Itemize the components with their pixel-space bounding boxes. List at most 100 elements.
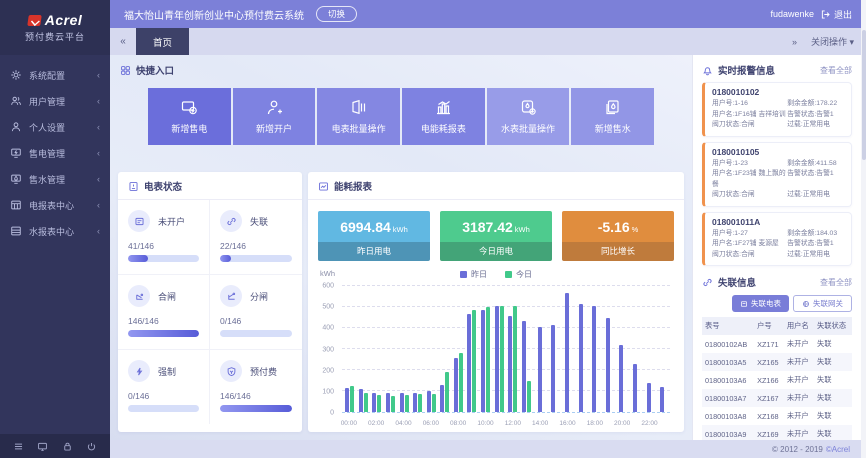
offline-table: 表号 户号 用户名 失联状态 01800102ABXZ171未开户失联01800… bbox=[702, 317, 852, 440]
table-row[interactable]: 01800103A9XZ169未开户失联 bbox=[702, 425, 852, 440]
table-cell: XZ169 bbox=[754, 425, 784, 440]
hamburger-menu-icon[interactable] bbox=[13, 441, 24, 452]
bar-05:00 bbox=[413, 393, 417, 412]
bar-06:00 bbox=[427, 391, 431, 412]
table-cell: 01800103A5 bbox=[702, 353, 754, 371]
sidebar: Acrel 预付费云平台 系统配置‹ 用户管理‹ 个人设置‹ 售电管理‹ 售水管… bbox=[0, 0, 110, 458]
col-user-name: 用户名 bbox=[784, 317, 814, 335]
alarms-view-all-link[interactable]: 查看全部 bbox=[820, 65, 852, 76]
col-meter-no: 表号 bbox=[702, 317, 754, 335]
legend-today[interactable]: 今日 bbox=[505, 269, 532, 280]
offline-table-body: 01800102ABXZ171未开户失联01800103A5XZ165未开户失联… bbox=[702, 335, 852, 440]
offline-gateway-button[interactable]: 失联网关 bbox=[793, 295, 852, 312]
bar-03:00 bbox=[391, 396, 395, 412]
meter-status-cell-forced: 强制 0/146 bbox=[118, 350, 210, 424]
stat-unit: % bbox=[632, 225, 639, 234]
sidebar-item-electric-report-center[interactable]: 电报表中心‹ bbox=[0, 192, 110, 218]
bar-06:00 bbox=[432, 394, 436, 412]
tile-new-account[interactable]: 新增开户 bbox=[233, 88, 316, 145]
tile-energy-report[interactable]: 电能耗报表 bbox=[402, 88, 485, 145]
tile-electric-batch-ops[interactable]: 电表批量操作 bbox=[317, 88, 400, 145]
right-panel: 实时报警信息 查看全部 0180010102 用户号:1-16剩余金额:178.… bbox=[692, 55, 861, 440]
bar-04:00 bbox=[400, 393, 404, 412]
offline-electric-meter-button[interactable]: 失联电表 bbox=[732, 295, 789, 312]
stat-today-usage: 3187.42kWh 今日用电 bbox=[440, 211, 552, 261]
table-row[interactable]: 01800103A7XZ167未开户失联 bbox=[702, 389, 852, 407]
power-icon[interactable] bbox=[86, 441, 97, 452]
acrel-link[interactable]: ©Acrel bbox=[826, 445, 850, 454]
chart-plot-area bbox=[342, 286, 670, 413]
bar-09:00 bbox=[472, 310, 476, 412]
user-plus-icon bbox=[265, 98, 284, 117]
footer: © 2012 - 2019 ©Acrel bbox=[110, 440, 866, 458]
tab-scroll-left-icon[interactable]: « bbox=[110, 28, 136, 55]
table-row[interactable]: 01800103A8XZ168未开户失联 bbox=[702, 407, 852, 425]
tile-new-water-sale[interactable]: 新增售水 bbox=[571, 88, 654, 145]
meter-status-count: 146/146 bbox=[128, 316, 199, 326]
project-title: 福大怡山青年创新创业中心预付费云系统 bbox=[124, 7, 304, 22]
tab-scroll-right-icon[interactable]: » bbox=[792, 37, 797, 47]
chevron-left-icon: ‹ bbox=[97, 174, 100, 184]
table-cell: 未开户 bbox=[784, 353, 814, 371]
table-row[interactable]: 01800102ABXZ171未开户失联 bbox=[702, 335, 852, 353]
sidebar-item-water-report-center[interactable]: 水报表中心‹ bbox=[0, 218, 110, 244]
bar-00:00 bbox=[350, 386, 354, 412]
alarm-balance: 剩余金额:178.22 bbox=[787, 99, 844, 110]
sidebar-item-system-config[interactable]: 系统配置‹ bbox=[0, 62, 110, 88]
lock-icon[interactable] bbox=[62, 441, 73, 452]
legend-yesterday[interactable]: 昨日 bbox=[460, 269, 487, 280]
meter-status-count: 41/146 bbox=[128, 241, 199, 251]
sidebar-item-label: 个人设置 bbox=[29, 121, 65, 134]
alarm-card[interactable]: 0180010105 用户号:1-23剩余金额:411.58 用户名:1F23铺… bbox=[702, 142, 852, 207]
meter-status-title: 电表状态 bbox=[144, 179, 182, 193]
scrollbar-thumb[interactable] bbox=[862, 30, 866, 160]
monitor-icon[interactable] bbox=[37, 441, 48, 452]
table-row[interactable]: 01800103A5XZ165未开户失联 bbox=[702, 353, 852, 371]
stat-yesterday-usage: 6994.84kWh 昨日用电 bbox=[318, 211, 430, 261]
bar-01:00 bbox=[359, 389, 363, 412]
alarm-user-name: 用户名:1F23铺 魏上飘的餐 bbox=[712, 169, 787, 190]
alarm-user-name: 用户名:1F16铺 吉祥培训 bbox=[712, 110, 787, 121]
bar-19:00 bbox=[606, 318, 610, 412]
quick-entry-icon bbox=[120, 65, 131, 76]
tile-label: 新增售水 bbox=[595, 122, 631, 135]
alarm-valve-status: 阀刀状态:合闸 bbox=[712, 250, 787, 261]
stat-value: -5.16 bbox=[598, 219, 630, 235]
tile-new-electric-sale[interactable]: 新增售电 bbox=[148, 88, 231, 145]
x-axis-ticks: 00:0002:0004:0006:0008:0010:0012:0014:00… bbox=[342, 416, 670, 427]
bar-20:00 bbox=[619, 345, 623, 412]
sidebar-item-label: 电报表中心 bbox=[29, 199, 74, 212]
table-cell: 01800103A9 bbox=[702, 425, 754, 440]
alarm-user-no: 用户号:1-23 bbox=[712, 159, 787, 170]
alarm-card[interactable]: 0180010102 用户号:1-16剩余金额:178.22 用户名:1F16铺… bbox=[702, 82, 852, 137]
table-cell: 01800103A8 bbox=[702, 407, 754, 425]
logout-label: 退出 bbox=[834, 8, 852, 21]
scrollbar-track[interactable] bbox=[861, 0, 866, 458]
offline-view-all-link[interactable]: 查看全部 bbox=[820, 277, 852, 288]
tile-label: 新增开户 bbox=[256, 122, 292, 135]
sidebar-item-water-sales[interactable]: 售水管理‹ bbox=[0, 166, 110, 192]
logout-button[interactable]: 退出 bbox=[820, 8, 852, 21]
brand-subtitle: 预付费云平台 bbox=[25, 30, 85, 43]
progress-bar bbox=[128, 255, 199, 262]
bar-00:00 bbox=[345, 388, 349, 412]
close-operations-dropdown[interactable]: 关闭操作 ▾ bbox=[811, 35, 854, 48]
sidebar-item-personal-settings[interactable]: 个人设置 ‹ bbox=[0, 114, 110, 140]
meter-status-icon bbox=[128, 181, 139, 192]
sidebar-item-electric-sales[interactable]: 售电管理‹ bbox=[0, 140, 110, 166]
bar-11:00 bbox=[495, 306, 499, 412]
alarm-card[interactable]: 018001011A 用户号:1-27剩余金额:184.03 用户名:1F27铺… bbox=[702, 212, 852, 267]
table-row[interactable]: 01800103A6XZ166未开户失联 bbox=[702, 371, 852, 389]
switch-project-button[interactable]: 切换 bbox=[316, 6, 357, 22]
sidebar-item-label: 系统配置 bbox=[29, 69, 65, 82]
chevron-left-icon: ‹ bbox=[97, 122, 100, 132]
meter-status-count: 146/146 bbox=[220, 391, 292, 401]
bar-22:00 bbox=[647, 383, 651, 412]
meter-status-count: 0/146 bbox=[128, 391, 199, 401]
bar-04:00 bbox=[405, 395, 409, 412]
alarm-user-name: 用户名:1F27铺 麦源屋 bbox=[712, 239, 787, 250]
tab-home[interactable]: 首页 bbox=[136, 28, 189, 55]
tile-water-batch-ops[interactable]: 水表批量操作 bbox=[487, 88, 570, 145]
table-cell: 失联 bbox=[814, 407, 852, 425]
sidebar-item-user-management[interactable]: 用户管理‹ bbox=[0, 88, 110, 114]
